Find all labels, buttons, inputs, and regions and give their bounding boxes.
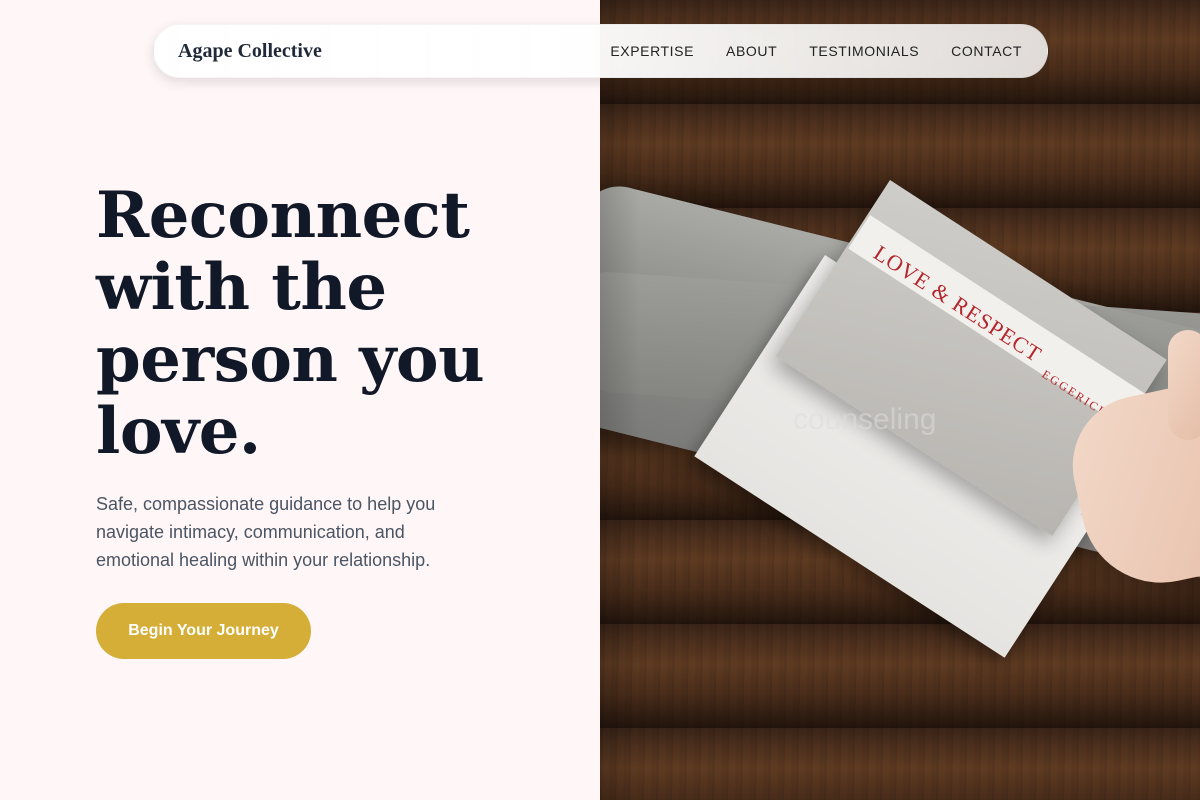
nav-link-contact[interactable]: CONTACT [951, 43, 1022, 59]
top-nav: Agape Collective EXPERTISE ABOUT TESTIMO… [153, 24, 1048, 78]
nav-link-testimonials[interactable]: TESTIMONIALS [809, 43, 919, 59]
hero-title-line: love. [96, 394, 261, 469]
photo-edge-shade [600, 0, 640, 800]
hero-subtitle: Safe, compassionate guidance to help you… [96, 494, 436, 570]
thumb-shape [1168, 330, 1200, 440]
hero-title-line: with the [96, 250, 387, 325]
nav-links: EXPERTISE ABOUT TESTIMONIALS CONTACT [610, 43, 1022, 59]
hero-section: Reconnect with the person you love. Safe… [96, 180, 576, 574]
nav-link-about[interactable]: ABOUT [726, 43, 777, 59]
hero-title-line: person you [96, 322, 485, 397]
hero-title: Reconnect with the person you love. [96, 180, 576, 468]
image-alt-text: counseling [793, 403, 937, 436]
hero-title-line: Reconnect [96, 178, 470, 253]
nav-link-expertise[interactable]: EXPERTISE [610, 43, 694, 59]
hero-photo: LOVE & RESPECT EGGERICHS counseling [600, 0, 1200, 800]
brand-logo[interactable]: Agape Collective [178, 40, 322, 63]
begin-journey-button[interactable]: Begin Your Journey [96, 603, 311, 659]
